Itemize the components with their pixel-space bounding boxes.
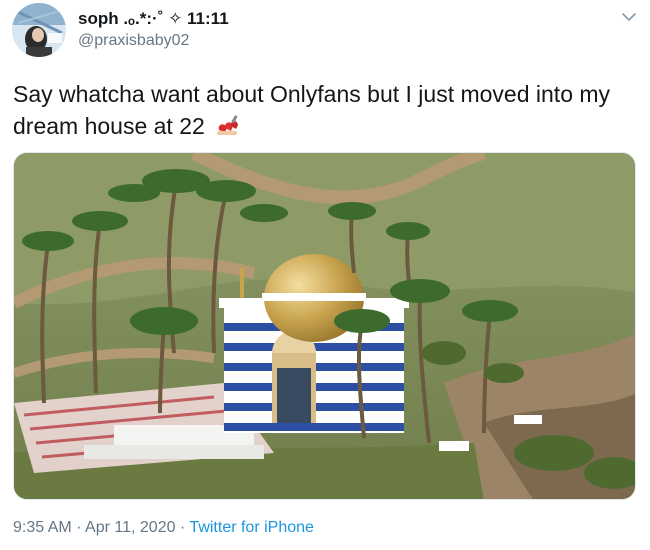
meta-separator: · — [175, 519, 190, 536]
tweet-metadata: 9:35 AM · Apr 11, 2020 · Twitter for iPh… — [13, 519, 314, 537]
avatar-photo-icon — [12, 3, 66, 57]
nail-polish-emoji-icon — [213, 114, 243, 138]
tweet-date[interactable]: Apr 11, 2020 — [85, 519, 175, 536]
tweet-source-link[interactable]: Twitter for iPhone — [189, 519, 314, 536]
tweet-text: Say whatcha want about Onlyfans but I ju… — [13, 78, 633, 142]
tweet-card: soph .ₒ.*:·˚ ✧ 11:11 @praxisbaby02 Say w… — [0, 0, 650, 550]
meta-separator: · — [71, 519, 86, 536]
tweet-photo[interactable] — [13, 152, 636, 500]
temple-photo-icon — [14, 153, 635, 499]
user-handle[interactable]: @praxisbaby02 — [78, 32, 189, 50]
chevron-down-icon[interactable] — [620, 8, 638, 26]
tweet-time[interactable]: 9:35 AM — [13, 519, 72, 536]
tweet-body: Say whatcha want about Onlyfans but I ju… — [13, 81, 611, 139]
avatar[interactable] — [12, 3, 66, 57]
display-name[interactable]: soph .ₒ.*:·˚ ✧ 11:11 — [78, 9, 229, 29]
